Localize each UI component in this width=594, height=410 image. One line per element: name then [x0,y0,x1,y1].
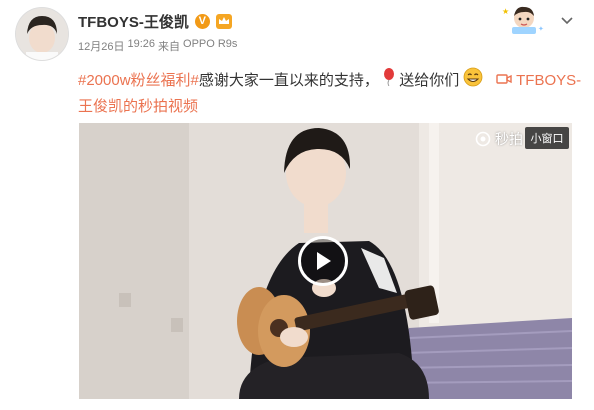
chevron-down-icon[interactable] [560,14,574,28]
smile-emoji-icon [463,67,483,95]
play-icon[interactable] [298,236,348,286]
post-body-text: 感谢大家一直以来的支持， [198,71,379,89]
username[interactable]: TFBOYS-王俊凯 [78,11,189,32]
verified-v-icon: V [194,13,210,29]
red-balloon-icon [383,68,395,94]
watermark-text: 秒拍 [495,131,523,147]
source-prefix: 来自 [158,41,181,53]
post-date[interactable]: 12月26日 [78,38,124,54]
mini-window-button[interactable]: 小窗口 [525,127,569,149]
video-camera-icon[interactable] [496,69,512,93]
post-text: #2000w粉丝福利#感谢大家一直以来的支持， 送给你们 TFBOYS-王俊凯的… [78,67,583,119]
vip-crown-icon[interactable] [215,13,232,29]
video-player[interactable]: 秒拍 小窗口 [79,123,572,399]
svg-text:★: ★ [502,7,509,16]
cartoon-sticker-icon: ★ ✦ [498,4,550,34]
post-time[interactable]: 19:26 [127,38,155,54]
avatar[interactable] [16,8,68,60]
topic-link[interactable]: #2000w粉丝福利# [78,72,199,89]
gift-text: 送给你们 [399,71,460,89]
miaopai-logo-icon [475,131,491,147]
svg-text:✦: ✦ [538,25,544,33]
miaopai-watermark: 秒拍 [475,129,523,149]
post-source[interactable]: OPPO R9s [183,38,237,54]
